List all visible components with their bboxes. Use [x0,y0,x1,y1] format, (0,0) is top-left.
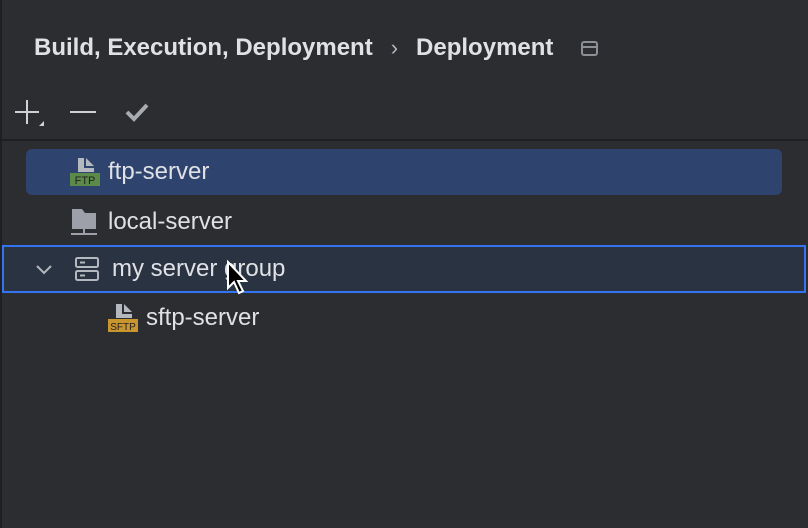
tree-item-label: ftp-server [108,158,210,185]
sftp-icon: SFTP [108,304,138,333]
local-server-icon [71,209,97,235]
chevron-down-icon[interactable] [32,257,56,281]
breadcrumb-parent[interactable]: Build, Execution, Deployment [34,34,373,62]
breadcrumb: Build, Execution, Deployment › Deploymen… [34,34,599,62]
svg-text:FTP: FTP [75,175,96,187]
tree-item-label: sftp-server [146,304,260,331]
apply-button[interactable] [120,96,152,128]
server-tree[interactable]: FTP ftp-server local-server my server gr… [2,139,808,528]
server-group-icon [75,257,99,281]
remove-icon [70,111,96,113]
mouse-cursor-icon [227,260,249,295]
ftp-icon: FTP [70,158,100,187]
check-icon [125,103,149,122]
window-icon[interactable] [581,40,599,56]
tree-item-local-server[interactable]: local-server [26,199,232,245]
toolbar [12,96,152,128]
page-title: Deployment [416,34,554,61]
add-icon [15,100,45,126]
add-button[interactable] [12,96,45,128]
svg-text:SFTP: SFTP [110,322,136,333]
tree-item-label: local-server [108,208,233,235]
tree-item-label: my server group [112,255,286,282]
tree-item-ftp-server[interactable]: FTP ftp-server [26,149,782,195]
breadcrumb-separator: › [390,35,399,60]
tree-item-sftp-server[interactable]: SFTP sftp-server [82,295,259,341]
remove-button[interactable] [66,96,98,128]
tree-item-my-server-group[interactable]: my server group [2,245,806,293]
